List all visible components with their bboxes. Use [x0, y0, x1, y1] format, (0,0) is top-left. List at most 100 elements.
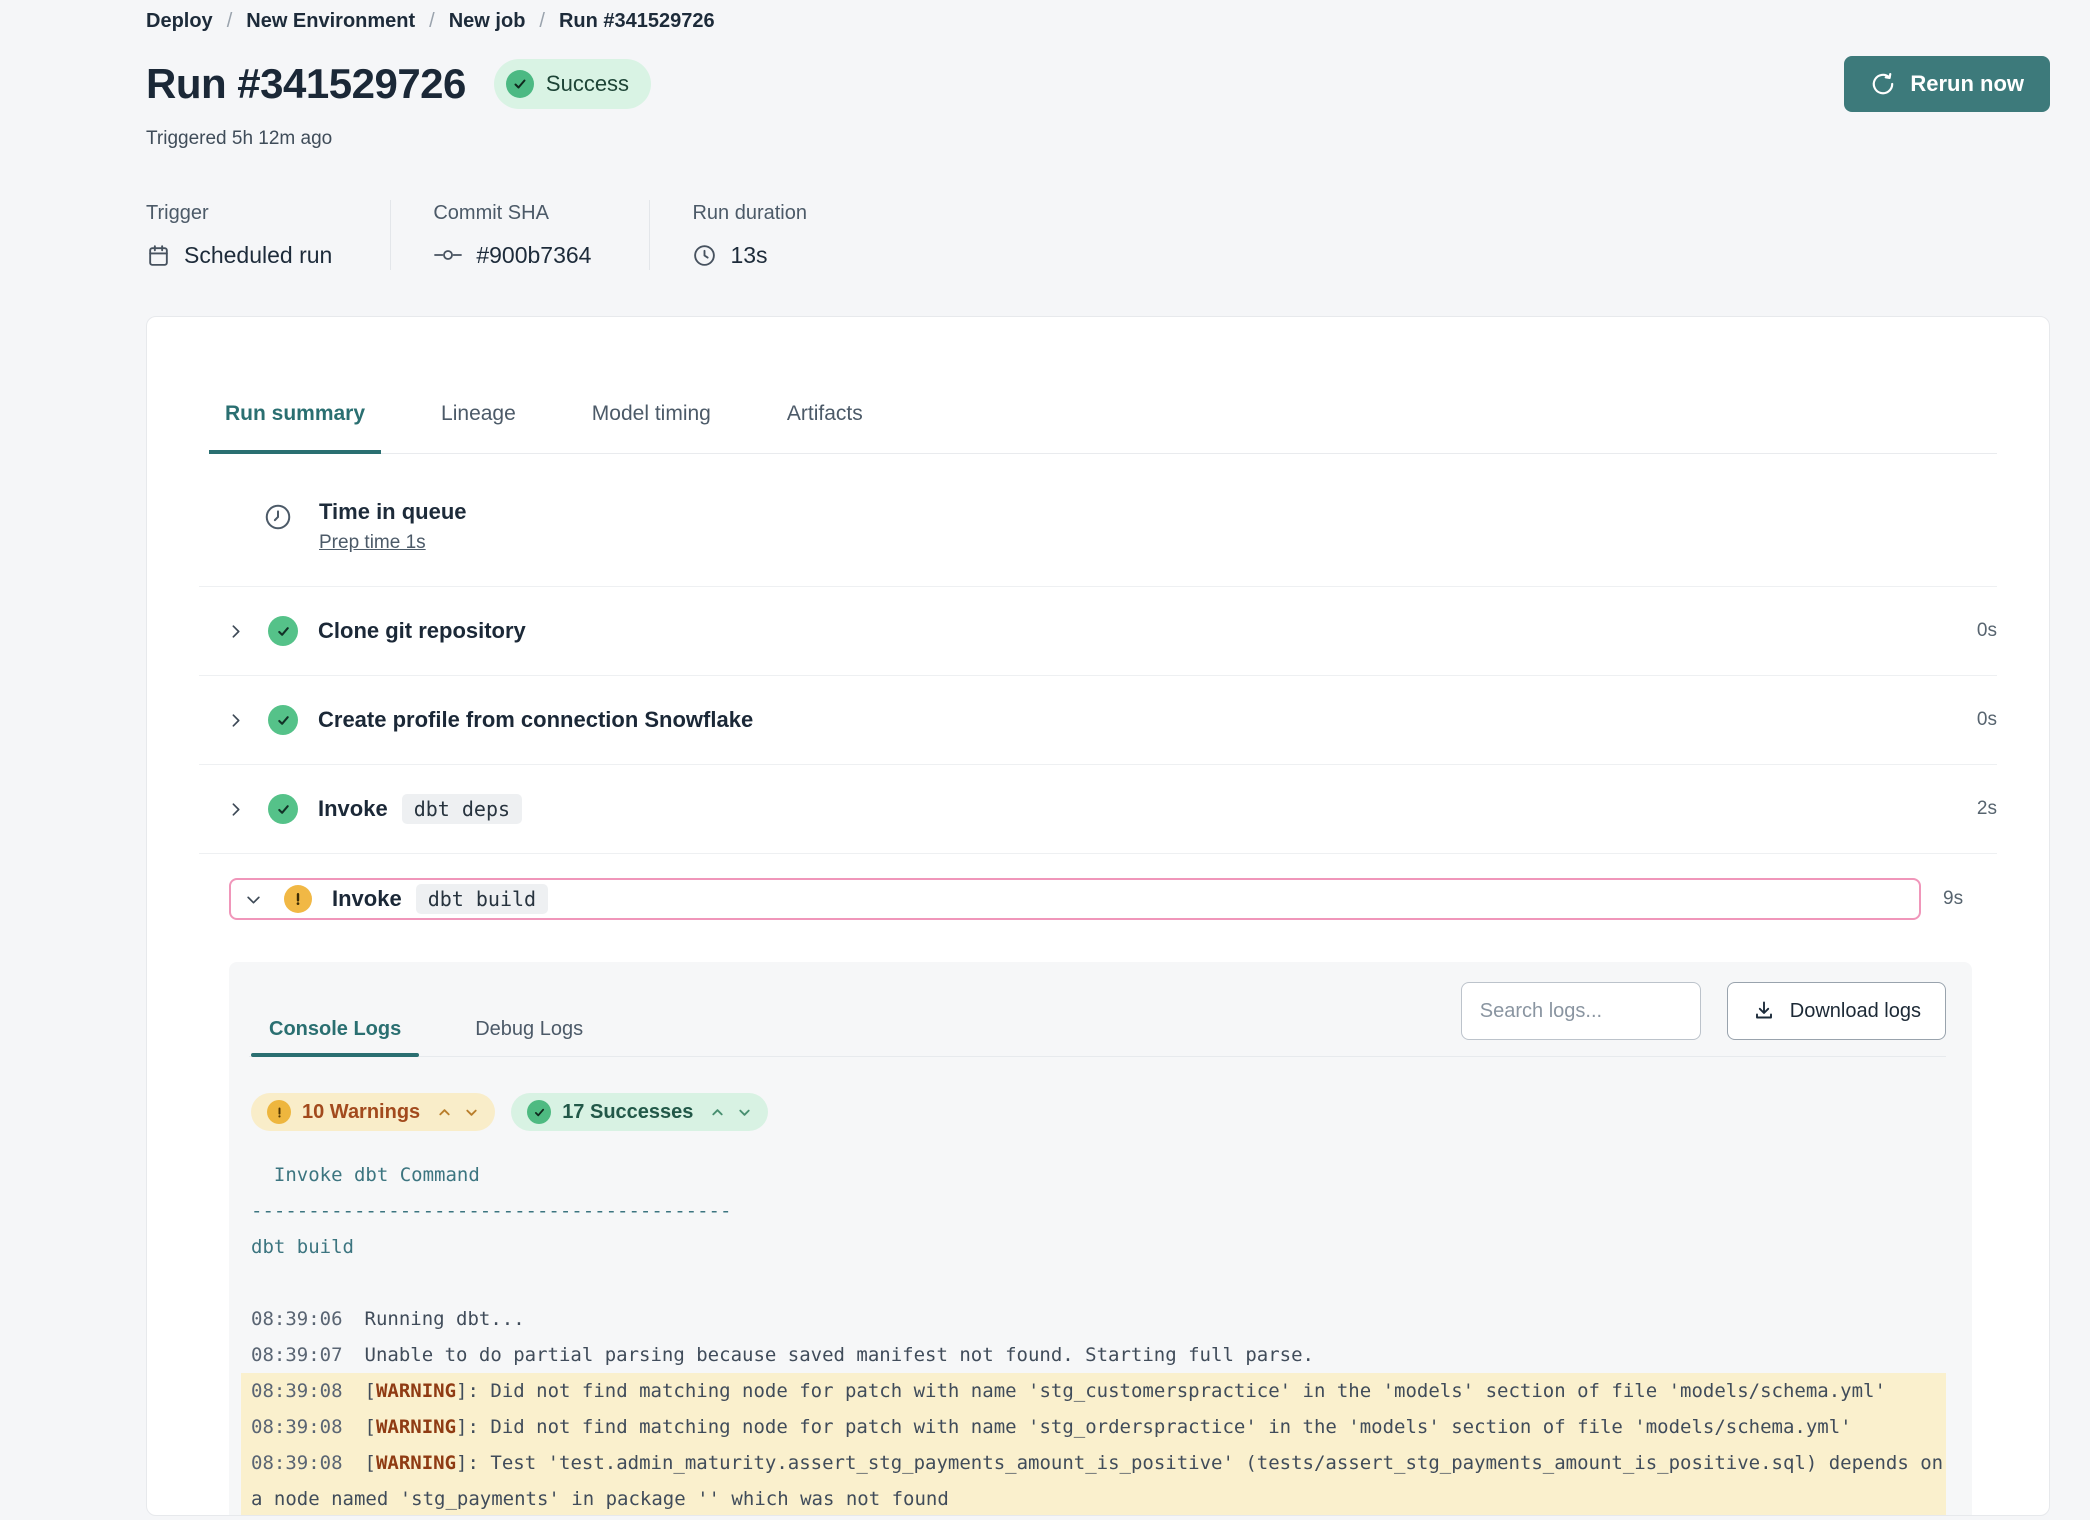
tab-console-logs[interactable]: Console Logs	[251, 1018, 419, 1057]
duration-value: 13s	[730, 240, 767, 270]
tab-artifacts[interactable]: Artifacts	[771, 401, 879, 453]
warnings-nav	[437, 1105, 479, 1120]
commit-label: Commit SHA	[433, 200, 591, 226]
page-title: Run #341529726	[146, 60, 466, 108]
triggered-timestamp: Triggered 5h 12m ago	[146, 128, 2050, 150]
warning-bracket: ]:	[456, 1452, 490, 1474]
chevron-up-icon[interactable]	[710, 1105, 725, 1120]
meta-commit: Commit SHA #900b7364	[390, 200, 649, 270]
chevron-down-icon[interactable]	[464, 1105, 479, 1120]
console-log-output: Invoke dbt Command ---------------------…	[251, 1157, 1946, 1516]
breadcrumb-separator: /	[227, 8, 233, 34]
rerun-button-label: Rerun now	[1910, 71, 2024, 97]
log-summary-badges: 10 Warnings 17 Successes	[251, 1093, 1946, 1131]
step-duration: 0s	[1977, 620, 1997, 642]
warning-token: WARNING	[376, 1416, 456, 1438]
log-message: Running dbt...	[365, 1308, 525, 1330]
search-logs-input[interactable]	[1461, 982, 1701, 1040]
warning-bracket: [	[365, 1452, 376, 1474]
log-timestamp: 08:39:07	[251, 1344, 343, 1366]
step-duration: 9s	[1943, 888, 1997, 910]
log-message: Unable to do partial parsing because sav…	[365, 1344, 1314, 1366]
log-timestamp: 08:39:08	[251, 1416, 343, 1438]
success-check-icon	[527, 1100, 551, 1124]
chevron-right-icon[interactable]	[227, 712, 244, 729]
warning-bracket: [	[365, 1416, 376, 1438]
step-duration: 0s	[1977, 709, 1997, 731]
breadcrumb-separator: /	[539, 8, 545, 34]
warning-token: WARNING	[376, 1452, 456, 1474]
successes-badge-label: 17 Successes	[562, 1101, 693, 1124]
queue-clock-icon	[263, 498, 293, 554]
breadcrumb-run: Run #341529726	[559, 8, 715, 34]
step-success-icon	[268, 705, 298, 735]
warnings-badge[interactable]: 10 Warnings	[251, 1093, 495, 1131]
breadcrumb: Deploy / New Environment / New job / Run…	[146, 8, 2050, 34]
tab-model-timing[interactable]: Model timing	[576, 401, 727, 453]
queue-title: Time in queue	[319, 498, 467, 526]
step-row-dbt-build: Invoke dbt build 9s	[199, 854, 1997, 920]
chevron-right-icon[interactable]	[227, 623, 244, 640]
logs-header: Console Logs Debug Logs Download logs	[249, 982, 1946, 1057]
breadcrumb-environment[interactable]: New Environment	[246, 8, 415, 34]
step-command-chip: dbt build	[416, 884, 548, 914]
step-title: Invoke	[318, 796, 388, 822]
log-command: dbt build	[251, 1229, 1946, 1265]
success-check-icon	[506, 70, 534, 98]
breadcrumb-job[interactable]: New job	[449, 8, 526, 34]
breadcrumb-separator: /	[429, 8, 435, 34]
tab-debug-logs[interactable]: Debug Logs	[457, 1018, 601, 1057]
status-badge-label: Success	[546, 71, 629, 97]
step-command-chip: dbt deps	[402, 794, 522, 824]
log-warning-line: 08:39:08 [WARNING]: Did not find matching…	[241, 1373, 1946, 1409]
step-row-dbt-deps[interactable]: Invoke dbt deps 2s	[199, 765, 1997, 854]
warnings-badge-label: 10 Warnings	[302, 1101, 420, 1124]
clock-icon	[692, 243, 717, 268]
breadcrumb-deploy[interactable]: Deploy	[146, 8, 213, 34]
status-badge: Success	[494, 59, 651, 109]
logs-tabs: Console Logs Debug Logs	[251, 1018, 601, 1040]
tab-run-summary[interactable]: Run summary	[209, 401, 381, 453]
warning-token: WARNING	[376, 1380, 456, 1402]
warning-icon	[267, 1100, 291, 1124]
step-success-icon	[268, 794, 298, 824]
chevron-up-icon[interactable]	[437, 1105, 452, 1120]
tab-lineage[interactable]: Lineage	[425, 401, 532, 453]
warning-bracket: ]:	[456, 1380, 490, 1402]
log-timestamp: 08:39:06	[251, 1308, 343, 1330]
successes-badge[interactable]: 17 Successes	[511, 1093, 768, 1131]
log-timestamp: 08:39:08	[251, 1452, 343, 1474]
chevron-right-icon[interactable]	[227, 801, 244, 818]
download-logs-label: Download logs	[1790, 1000, 1921, 1023]
trigger-value: Scheduled run	[184, 240, 332, 270]
calendar-icon	[146, 243, 171, 268]
prep-time-link[interactable]: Prep time 1s	[319, 532, 426, 554]
commit-icon	[433, 246, 463, 264]
chevron-down-icon[interactable]	[737, 1105, 752, 1120]
trigger-label: Trigger	[146, 200, 332, 226]
rerun-icon	[1870, 71, 1896, 97]
log-blank-line	[251, 1265, 1946, 1301]
commit-value[interactable]: #900b7364	[476, 240, 591, 270]
logs-panel: Console Logs Debug Logs Download logs	[229, 962, 1972, 1516]
rerun-now-button[interactable]: Rerun now	[1844, 56, 2050, 112]
title-row: Run #341529726 Success Rerun now	[146, 56, 2050, 112]
step-row-create-profile[interactable]: Create profile from connection Snowflake…	[199, 676, 1997, 765]
log-message: Did not find matching node for patch wit…	[490, 1380, 1886, 1402]
chevron-down-icon[interactable]	[245, 891, 262, 908]
step-dbt-build-expanded-header[interactable]: Invoke dbt build	[229, 878, 1921, 920]
step-success-icon	[268, 616, 298, 646]
warning-bracket: [	[365, 1380, 376, 1402]
step-title: Clone git repository	[318, 618, 526, 644]
download-logs-button[interactable]: Download logs	[1727, 982, 1946, 1040]
log-timestamp: 08:39:08	[251, 1380, 343, 1402]
log-line: 08:39:07 Unable to do partial parsing bec…	[251, 1337, 1946, 1373]
step-title: Invoke	[332, 886, 402, 912]
step-row-clone-git[interactable]: Clone git repository 0s	[199, 587, 1997, 676]
log-warning-line: 08:39:08[WARNING]: Test 'test.admin_matu…	[241, 1445, 1946, 1516]
step-warning-icon	[284, 885, 312, 913]
log-message: Did not find matching node for patch wit…	[490, 1416, 1851, 1438]
duration-label: Run duration	[692, 200, 807, 226]
time-in-queue-block: Time in queue Prep time 1s	[199, 454, 1997, 587]
run-tabs: Run summary Lineage Model timing Artifac…	[209, 401, 1997, 454]
